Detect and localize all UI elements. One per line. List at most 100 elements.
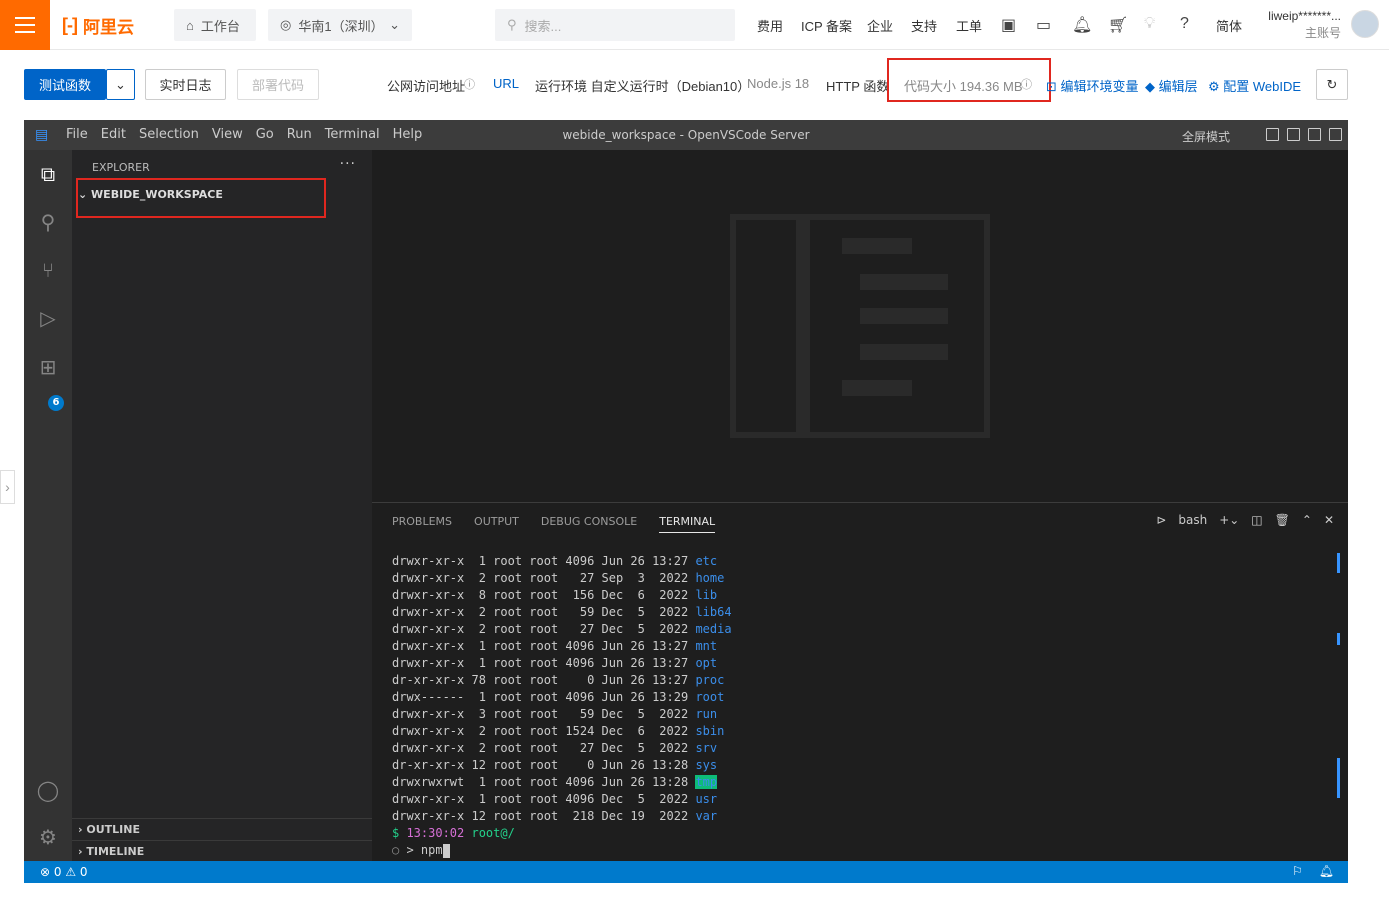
webide-frame: ▤ File Edit Selection View Go Run Termin…: [24, 120, 1348, 883]
terminal-input-line[interactable]: ○ > npm: [392, 842, 732, 859]
language-switch[interactable]: 简体: [1216, 16, 1242, 35]
region-label: 华南1（深圳）: [298, 18, 384, 34]
problems-status[interactable]: ⊗ 0 ⚠ 0: [40, 865, 88, 879]
bell-icon[interactable]: 🔔︎: [1072, 15, 1092, 35]
terminal-line-meta: dr-xr-xr-x 78 root root 0 Jun 26 13:27: [392, 673, 696, 687]
editor-area: [372, 150, 1348, 502]
toggle-panel-icon[interactable]: [1287, 128, 1300, 141]
nav-link-billing[interactable]: 费用: [757, 16, 783, 35]
search-input[interactable]: ⚲ 搜索...: [495, 9, 735, 41]
terminal-dir-name: mnt: [695, 639, 718, 653]
terminal-line-meta: drwxr-xr-x 3 root root 59 Dec 5 2022: [392, 707, 696, 721]
trash-icon[interactable]: 🗑︎: [1275, 513, 1290, 527]
outline-label: OUTLINE: [86, 823, 140, 836]
workspace-button[interactable]: ⌂ 工作台: [174, 9, 256, 41]
terminal-icon[interactable]: ▭: [1036, 15, 1051, 35]
home-icon: ⌂: [186, 17, 194, 33]
terminal-shell-icon: ⊳: [1156, 513, 1167, 527]
explorer-icon[interactable]: ⧉: [36, 162, 60, 186]
search-icon[interactable]: ⚲: [36, 210, 60, 234]
layers-icon: ◆: [1145, 79, 1159, 94]
edit-env-link[interactable]: ⊡ 编辑环境变量: [1046, 76, 1139, 95]
info-icon[interactable]: ⓘ: [464, 76, 475, 92]
tab-problems[interactable]: PROBLEMS: [392, 515, 452, 533]
terminal-line: drwxr-xr-x 1 root root 4096 Dec 5 2022 u…: [392, 791, 732, 808]
terminal-line: drwxrwxrwt 1 root root 4096 Jun 26 13:28…: [392, 774, 732, 791]
extensions-badge: 6: [48, 395, 64, 411]
nav-link-ticket[interactable]: 工单: [956, 16, 982, 35]
customize-layout-icon[interactable]: [1329, 128, 1342, 141]
function-toolbar: 测试函数 ⌄ 实时日志 部署代码 公网访问地址 ⓘ URL 运行环境 自定义运行…: [0, 50, 1389, 118]
logo[interactable]: [-] 阿里云: [62, 12, 134, 38]
remote-icon[interactable]: ⚐: [1292, 864, 1303, 878]
layout-controls: [1266, 128, 1342, 141]
toggle-sidebar-icon[interactable]: [1266, 128, 1279, 141]
logo-text: 阿里云: [82, 17, 134, 37]
close-icon[interactable]: ✕: [1324, 513, 1334, 527]
ide-title-bar: ▤ File Edit Selection View Go Run Termin…: [24, 120, 1348, 150]
chevron-down-icon: ⌄: [389, 17, 400, 32]
terminal-dir-name: run: [695, 707, 718, 721]
nav-link-icp[interactable]: ICP 备案: [801, 16, 852, 35]
terminal-line-meta: drwxr-xr-x 1 root root 4096 Jun 26 13:27: [392, 554, 696, 568]
nav-link-support[interactable]: 支持: [911, 16, 937, 35]
tab-debug-console[interactable]: DEBUG CONSOLE: [541, 515, 637, 533]
nav-link-enterprise[interactable]: 企业: [867, 16, 893, 35]
more-actions-icon[interactable]: ···: [340, 156, 356, 172]
menu-icon[interactable]: [0, 0, 50, 50]
account-icon[interactable]: ◯: [36, 778, 60, 802]
notification-bell-icon[interactable]: 🔔︎: [1319, 864, 1334, 878]
terminal-dir-name: etc: [695, 554, 718, 568]
terminal-dir-name: lib64: [695, 605, 732, 619]
avatar[interactable]: [1351, 10, 1379, 38]
cart-icon[interactable]: 🛒︎: [1108, 15, 1128, 35]
refresh-button[interactable]: ↻: [1316, 69, 1348, 100]
outline-section[interactable]: › OUTLINE: [72, 818, 372, 840]
gear-icon: ⚙: [1208, 79, 1224, 94]
lightbulb-icon[interactable]: 💡︎: [1144, 15, 1155, 33]
test-function-button[interactable]: 测试函数: [24, 69, 106, 100]
terminal-line: drwxr-xr-x 2 root root 27 Dec 5 2022 med…: [392, 621, 732, 638]
config-webide-link[interactable]: ⚙ 配置 WebIDE: [1208, 76, 1301, 95]
maximize-panel-icon[interactable]: ⌃: [1302, 513, 1312, 527]
settings-gear-icon[interactable]: ⚙: [36, 825, 60, 849]
scroll-marker: [1337, 553, 1340, 573]
toggle-secondary-sidebar-icon[interactable]: [1308, 128, 1321, 141]
split-terminal-icon[interactable]: ◫: [1251, 513, 1262, 527]
new-terminal-icon[interactable]: +⌄: [1219, 513, 1239, 527]
top-nav: [-] 阿里云 ⌂ 工作台 ◎ 华南1（深圳） ⌄ ⚲ 搜索... 费用 ICP…: [0, 0, 1389, 50]
url-link[interactable]: URL: [493, 76, 519, 91]
terminal-dir-name: proc: [695, 673, 725, 687]
terminal-line-meta: drwxr-xr-x 1 root root 4096 Jun 26 13:27: [392, 656, 696, 670]
user-menu[interactable]: liweip*******... 主账号: [1268, 8, 1341, 42]
region-select[interactable]: ◎ 华南1（深圳） ⌄: [268, 9, 412, 41]
terminal-output[interactable]: drwxr-xr-x 1 root root 4096 Jun 26 13:27…: [392, 553, 732, 859]
scroll-marker: [1337, 758, 1340, 798]
highlight-box: [76, 178, 326, 218]
tab-output[interactable]: OUTPUT: [474, 515, 519, 533]
tab-terminal[interactable]: TERMINAL: [659, 515, 716, 533]
source-control-icon[interactable]: ⑂: [36, 258, 60, 282]
help-icon[interactable]: ?: [1180, 15, 1189, 33]
terminal-dir-name: sbin: [695, 724, 725, 738]
timeline-label: TIMELINE: [86, 845, 145, 858]
run-debug-icon[interactable]: ▷: [36, 306, 60, 330]
shell-label[interactable]: bash: [1178, 513, 1207, 527]
edit-layer-link[interactable]: ◆ 编辑层: [1145, 76, 1198, 95]
terminal-line-meta: drwxr-xr-x 2 root root 27 Sep 3 2022: [392, 571, 696, 585]
chevron-down-icon: ⌄: [115, 76, 126, 92]
terminal-line: drwxr-xr-x 2 root root 27 Dec 5 2022 srv: [392, 740, 732, 757]
deploy-code-button[interactable]: 部署代码: [237, 69, 319, 100]
test-dropdown-button[interactable]: ⌄: [106, 69, 135, 100]
edit-layer-label: 编辑层: [1158, 79, 1198, 94]
expand-sidebar-handle[interactable]: ›: [0, 470, 15, 504]
timeline-section[interactable]: › TIMELINE: [72, 840, 372, 862]
fullscreen-button[interactable]: 全屏模式: [1182, 128, 1230, 145]
realtime-log-button[interactable]: 实时日志: [145, 69, 226, 100]
extensions-icon[interactable]: ⊞: [36, 355, 60, 379]
terminal-line-meta: drwxr-xr-x 2 root root 1524 Dec 6 2022: [392, 724, 696, 738]
terminal-dir-name: home: [695, 571, 725, 585]
app-icon[interactable]: ▣: [1001, 15, 1016, 35]
terminal-line: drwxr-xr-x 2 root root 27 Sep 3 2022 hom…: [392, 570, 732, 587]
node-version-label: Node.js 18: [747, 76, 810, 91]
